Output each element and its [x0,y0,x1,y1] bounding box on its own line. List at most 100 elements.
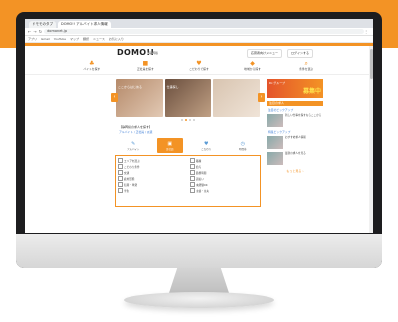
checkbox[interactable] [190,188,195,193]
sidebar-item-text: おすすめ求人情報 [285,136,306,139]
job-type-tabs: ✎ アルバイト ▣ 正社員 ♥ こだわり ◷ 時間帯 [115,138,261,154]
sidebar-item[interactable]: 新しい仕事を探すならここから [267,114,323,128]
bookmark-item[interactable]: 翻訳 [83,37,89,41]
category-item[interactable]: ♥ こだわりで探す [181,60,217,74]
menu-icon[interactable]: ⋮ [364,28,368,35]
site-region: 静岡版 [149,51,159,55]
job-tab[interactable]: ♥ こだわり [193,138,219,153]
reload-icon[interactable]: ↻ [39,28,42,35]
banner-big-text: 募集中 [302,88,321,95]
back-icon[interactable]: ← [28,28,31,35]
category-label: こだわりで探す [189,67,209,71]
sidebar-link[interactable]: 特集ピックアップ [267,128,323,134]
checkbox[interactable] [118,164,123,169]
carousel-dot[interactable] [181,118,183,121]
category-label: 正社員を探す [136,67,154,71]
form-option[interactable]: こだわり条件 [118,164,186,169]
bookmarks-bar: アプリ Gmail YouTube マップ 翻訳 ニュース お気に入り [25,36,373,43]
browser-tab-active[interactable]: DOMO!! アルバイト求人情報 [58,21,111,28]
bookmark-item[interactable]: アプリ [28,37,37,41]
sidebar-item[interactable]: 最新の求人を見る [267,152,323,166]
category-item[interactable]: ⌕ 条件を選ぶ [288,60,324,74]
form-option[interactable]: 週払い [190,176,258,181]
form-option[interactable]: 主婦・主夫 [190,188,258,193]
carousel-dot-active[interactable] [185,118,187,121]
job-tab[interactable]: ✎ アルバイト [120,138,146,153]
form-option[interactable]: 未経験OK [190,182,258,187]
recruit-banner[interactable]: Dr.グループ 募集中 [267,79,323,98]
monitor-chin [16,234,382,268]
bookmark-item[interactable]: ニュース [93,37,105,41]
sidebar-item-text: 新しい仕事を探すならここから [285,114,322,117]
hero-slide[interactable]: 仕事探し [164,79,212,117]
bookmark-item[interactable]: Gmail [41,37,50,41]
checkbox[interactable] [118,188,123,193]
main-column: ここからはじめる 仕事探し ‹ › 【静岡県の求人を探す】 アルバイト / 正社… [111,79,265,207]
hero-slide-text: ここからはじめる [118,85,143,89]
checkbox[interactable] [118,170,123,175]
checkbox[interactable] [118,176,123,181]
sidebar-thumbnail [267,152,283,165]
more-link[interactable]: もっと見る › [267,169,323,173]
promo-text: 【静岡県の求人を探す】 [119,125,153,129]
sidebar-item[interactable]: おすすめ求人情報 [267,136,323,150]
checkbox[interactable] [190,182,195,187]
checkbox[interactable] [190,158,195,163]
url-input[interactable]: domonet.jp [44,29,364,34]
address-bar-row: ← → ↻ domonet.jp ⋮ [25,28,373,36]
category-label: 地域から探す [244,67,261,71]
category-item[interactable]: ♣ バイトを探す [74,60,110,74]
hero-slide-text [213,79,260,91]
checkbox[interactable] [118,182,123,187]
carousel-dot[interactable] [189,118,191,121]
form-option[interactable]: 交通 [118,170,186,175]
browser-tab-strip: ドモモのタブ DOMO!! アルバイト求人情報 [25,19,373,28]
form-option[interactable]: 短期・単発 [118,182,186,187]
category-nav: ♣ バイトを探す ■ 正社員を探す ♥ こだわりで探す ◆ 地域から探す ⌕ 条… [25,60,373,75]
form-option[interactable]: 学生 [118,188,186,193]
sidebar-link[interactable]: 注目のピックアップ [267,106,323,112]
bookmark-item[interactable]: お気に入り [109,37,124,41]
search-form: エリアを選ぶ 職種 こだわり条件 給与 交通 勤務時間 雇用形態 週払い 短期・… [115,155,261,207]
job-tab-active[interactable]: ▣ 正社員 [156,138,183,153]
job-tab-label: こだわり [201,147,212,151]
banner-small-text: Dr.グループ [269,81,286,85]
promo-tags[interactable]: アルバイト / 正社員 / 派遣 [115,130,261,137]
checkbox[interactable] [190,176,195,181]
form-option[interactable]: エリアを選ぶ [118,158,186,163]
job-tab[interactable]: ◷ 時間帯 [230,138,256,153]
sidebar-thumbnail [267,114,283,127]
carousel-prev-button[interactable]: ‹ [111,93,118,102]
form-option[interactable]: 給与 [190,164,258,169]
member-menu-button[interactable]: 応募者向けメニュー [247,49,283,58]
forward-icon[interactable]: → [33,28,36,35]
job-tab-label: 時間帯 [238,147,247,151]
category-item[interactable]: ◆ 地域から探す [235,60,271,74]
hero-slide[interactable]: ここからはじめる [116,79,163,117]
bookmark-item[interactable]: マップ [70,37,79,41]
leaf-icon: ♣ [89,60,95,67]
carousel-dot[interactable] [193,118,195,121]
scrollbar-thumb[interactable] [369,49,373,79]
category-item[interactable]: ■ 正社員を探す [127,60,163,74]
sidebar-item-text: 最新の求人を見る [285,152,306,155]
right-sidebar: Dr.グループ 募集中 注目の求人 注目のピックアップ 新しい仕事を探すならここ… [267,79,323,173]
form-option[interactable]: 勤務時間 [190,170,258,175]
checkbox[interactable] [190,170,195,175]
carousel-next-button[interactable]: › [258,93,265,102]
hero-slide[interactable] [213,79,261,117]
site-header: DOMO!! 静岡版 応募者向けメニュー ログインする [25,46,373,60]
map-icon: ◆ [250,60,255,67]
sidebar-thumbnail [267,136,283,149]
checkbox[interactable] [190,164,195,169]
login-button[interactable]: ログインする [287,49,314,58]
checkbox[interactable] [118,158,123,163]
hero-carousel: ここからはじめる 仕事探し ‹ › [111,79,265,117]
bookmark-item[interactable]: YouTube [54,37,66,41]
browser-tab[interactable]: ドモモのタブ [29,21,56,28]
form-option[interactable]: 雇用形態 [118,176,186,181]
form-option[interactable]: 職種 [190,158,258,163]
search-icon: ⌕ [304,60,308,67]
job-tab-label: 正社員 [165,147,174,151]
monitor-stand-base [124,292,274,308]
